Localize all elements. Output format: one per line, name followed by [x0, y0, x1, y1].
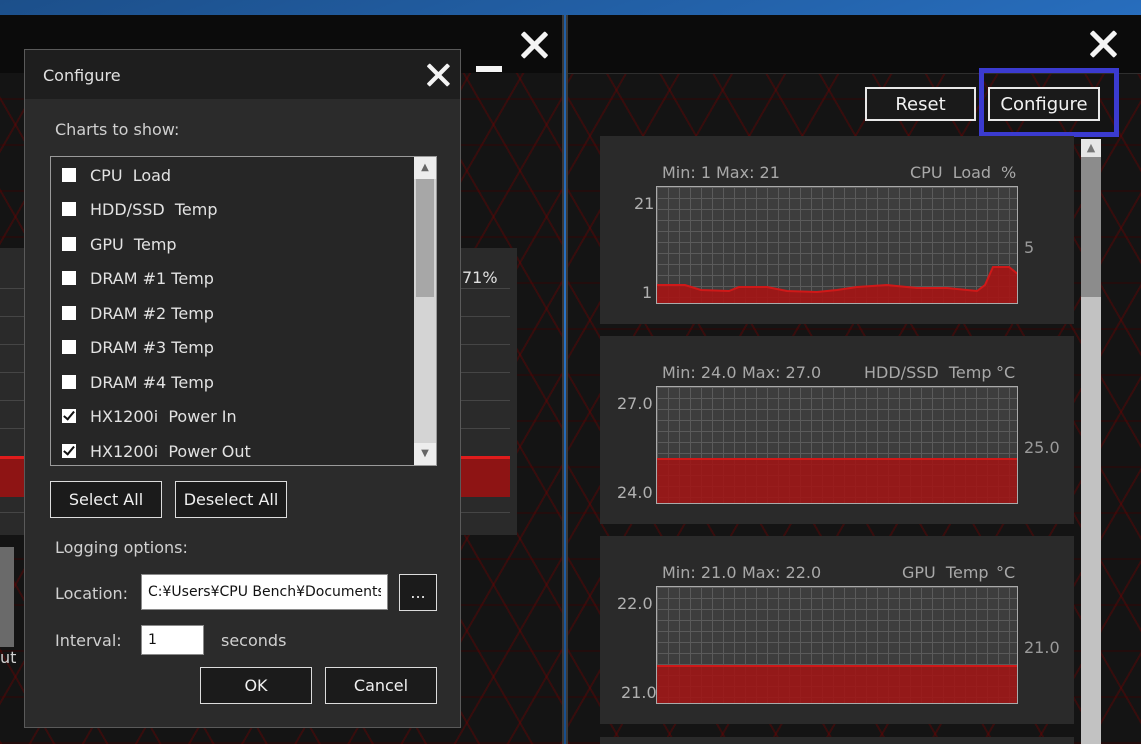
- list-item-dram-1-temp[interactable]: DRAM #1 Temp: [51, 261, 411, 295]
- checkbox-checked[interactable]: [62, 444, 76, 458]
- y-axis-max: 22.0: [617, 594, 653, 613]
- chart-min: Min: 21.0: [662, 563, 737, 582]
- select-all-button[interactable]: Select All: [50, 481, 162, 518]
- list-item-label: CPU Load: [90, 165, 172, 185]
- configure-dialog: Configure Charts to show: CPU Load HDD/S…: [24, 49, 461, 728]
- list-item-dram-3-temp[interactable]: DRAM #3 Temp: [51, 330, 411, 364]
- y-axis-max: 27.0: [617, 394, 653, 413]
- chart-unit: %: [1001, 163, 1017, 182]
- configure-highlight-box: [979, 68, 1119, 137]
- browse-button[interactable]: ...: [399, 574, 437, 611]
- list-item-hx1200i-power-in[interactable]: HX1200i Power In: [51, 399, 411, 433]
- chart-unit: °C: [996, 363, 1016, 382]
- list-item-label: DRAM #1 Temp: [90, 268, 214, 288]
- scroll-up-arrow-icon[interactable]: ▲: [414, 157, 436, 179]
- cancel-button[interactable]: Cancel: [325, 667, 437, 704]
- gpu-temp-series: [657, 665, 1017, 703]
- list-item-cpu-load[interactable]: CPU Load: [51, 158, 411, 192]
- logging-options-label: Logging options:: [55, 538, 188, 557]
- list-item-hdd-ssd-temp[interactable]: HDD/SSD Temp: [51, 192, 411, 226]
- partial-label: ut: [0, 648, 17, 667]
- y-axis-min: 24.0: [617, 483, 653, 502]
- minimize-icon[interactable]: [476, 66, 502, 72]
- dialog-titlebar: Configure: [25, 50, 460, 99]
- chart-panel-gpu-temp: Min: 21.0 Max: 22.0 GPU Temp °C 22.0 21.…: [600, 536, 1074, 724]
- chart-title: HDD/SSD Temp: [864, 363, 992, 382]
- interval-input[interactable]: [141, 625, 204, 655]
- list-item-label: HDD/SSD Temp: [90, 199, 218, 219]
- list-item-label: HX1200i Power Out: [90, 441, 251, 461]
- close-icon[interactable]: [425, 62, 451, 88]
- list-item-gpu-temp[interactable]: GPU Temp: [51, 227, 411, 261]
- y-axis-min: 1: [642, 283, 653, 302]
- list-item-label: DRAM #4 Temp: [90, 372, 214, 392]
- y-axis-min: 21.0: [621, 683, 657, 702]
- dialog-title: Configure: [43, 66, 121, 85]
- scrollbar-thumb[interactable]: [1081, 157, 1101, 297]
- deselect-all-button[interactable]: Deselect All: [175, 481, 287, 518]
- checkbox[interactable]: [62, 306, 76, 320]
- checkbox[interactable]: [62, 271, 76, 285]
- chart-max: Max: 21: [716, 163, 780, 182]
- right-chart-window: Reset Configure ▲ Min: 1 Max: 21 CPU Loa…: [566, 15, 1141, 744]
- close-icon[interactable]: [1088, 29, 1118, 59]
- list-item-dram-2-temp[interactable]: DRAM #2 Temp: [51, 296, 411, 330]
- chart-panel-next: [600, 737, 1074, 744]
- list-item-label: DRAM #2 Temp: [90, 303, 214, 323]
- percent-readout: 71%: [462, 268, 498, 287]
- right-window-titlebar: [568, 15, 1141, 74]
- chart-title: CPU Load: [910, 163, 992, 182]
- list-item-hx1200i-power-out[interactable]: HX1200i Power Out: [51, 434, 411, 465]
- checkbox-checked[interactable]: [62, 409, 76, 423]
- checkbox[interactable]: [62, 202, 76, 216]
- location-label: Location:: [55, 584, 129, 603]
- chart-unit: °C: [996, 563, 1016, 582]
- cpu-load-series: [657, 266, 1017, 303]
- current-value: 25.0: [1024, 438, 1060, 457]
- hdd-temp-series: [657, 458, 1017, 503]
- y-axis-max: 21: [634, 194, 655, 213]
- chart-max: Max: 22.0: [742, 563, 822, 582]
- checkbox[interactable]: [62, 237, 76, 251]
- interval-label: Interval:: [55, 631, 122, 650]
- seconds-label: seconds: [221, 631, 287, 650]
- chart-panel-hdd-ssd-temp: Min: 24.0 Max: 27.0 HDD/SSD Temp °C 27.0…: [600, 336, 1074, 524]
- scroll-up-arrow-icon[interactable]: ▲: [1081, 139, 1101, 157]
- list-scrollbar[interactable]: ▲ ▼: [414, 157, 436, 465]
- chart-plot-area: [656, 586, 1018, 704]
- close-icon[interactable]: [519, 30, 549, 60]
- list-item-label: GPU Temp: [90, 234, 177, 254]
- list-scrollbar-thumb[interactable]: [416, 179, 434, 297]
- chart-title: GPU Temp: [902, 563, 989, 582]
- left-gray-tab: [0, 547, 14, 647]
- chart-min: Min: 1: [662, 163, 712, 182]
- charts-scrollbar[interactable]: ▲: [1081, 139, 1101, 744]
- chart-max: Max: 27.0: [742, 363, 822, 382]
- current-value: 21.0: [1024, 638, 1060, 657]
- scroll-down-arrow-icon[interactable]: ▼: [414, 443, 436, 465]
- list-item-label: HX1200i Power In: [90, 406, 237, 426]
- chart-plot-area: [656, 386, 1018, 504]
- charts-to-show-label: Charts to show:: [55, 120, 180, 139]
- chart-plot-area: [656, 186, 1018, 304]
- ok-button[interactable]: OK: [200, 667, 312, 704]
- current-value: 5: [1024, 238, 1035, 257]
- charts-list[interactable]: CPU Load HDD/SSD Temp GPU Temp DRAM #1 T…: [50, 156, 437, 466]
- location-input[interactable]: [141, 574, 388, 610]
- checkbox[interactable]: [62, 375, 76, 389]
- checkbox[interactable]: [62, 340, 76, 354]
- list-item-label: DRAM #3 Temp: [90, 337, 214, 357]
- chart-panel-cpu-load: Min: 1 Max: 21 CPU Load % 21 1 5: [600, 136, 1074, 324]
- chart-min: Min: 24.0: [662, 363, 737, 382]
- reset-button[interactable]: Reset: [865, 87, 976, 121]
- list-item-dram-4-temp[interactable]: DRAM #4 Temp: [51, 365, 411, 399]
- checkbox[interactable]: [62, 168, 76, 182]
